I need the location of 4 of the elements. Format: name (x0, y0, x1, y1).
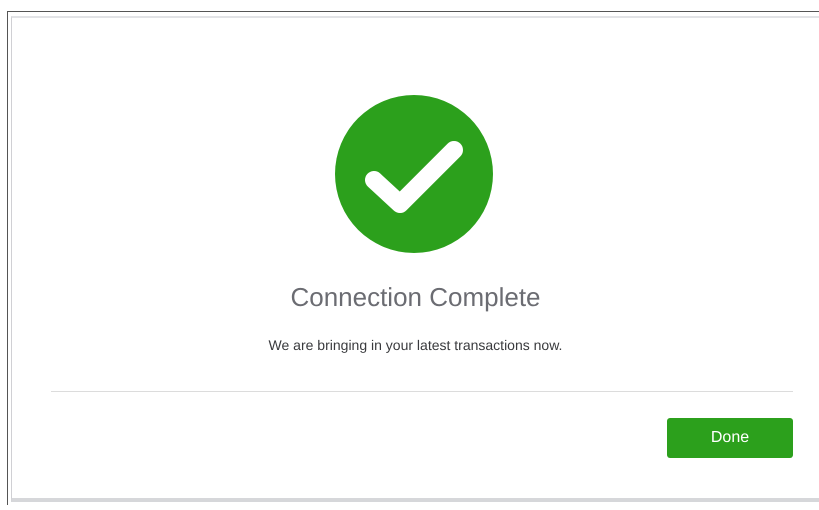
done-button[interactable]: Done (667, 418, 793, 458)
dialog-message: We are bringing in your latest transactions now. (268, 337, 562, 353)
checkmark-circle-icon (334, 94, 494, 254)
dialog-title: Connection Complete (290, 282, 541, 313)
